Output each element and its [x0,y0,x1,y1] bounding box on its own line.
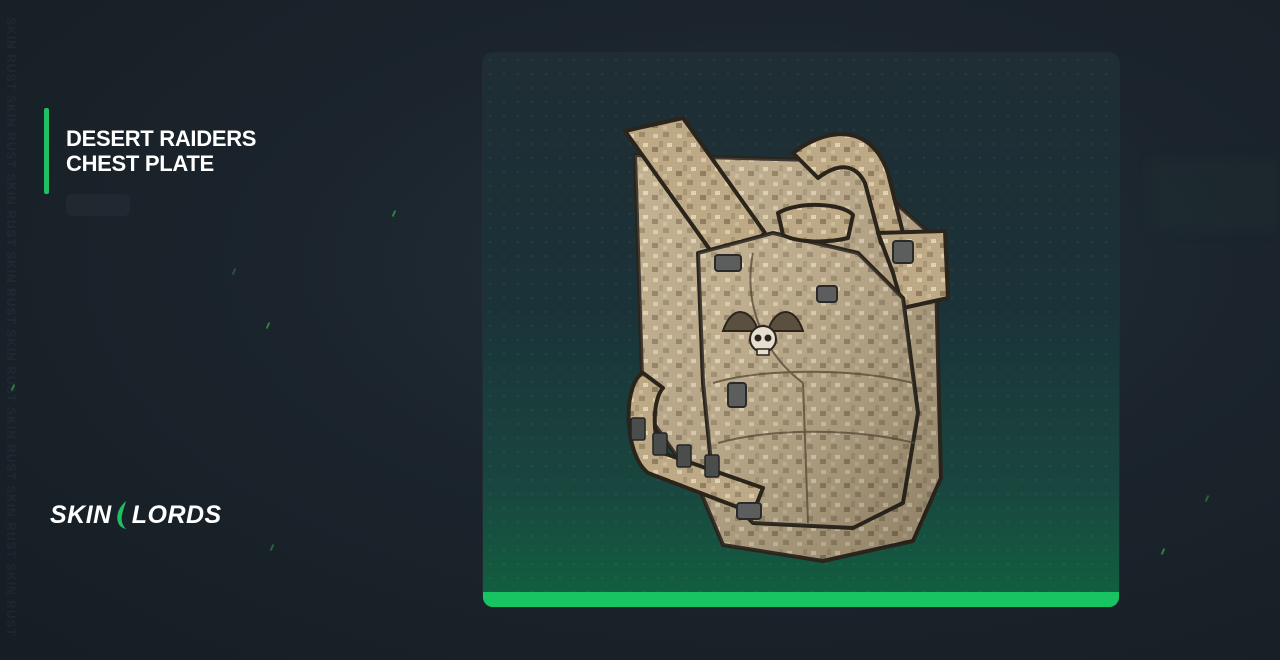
side-watermark: SKIN RUST SKIN RUST SKIN RUST SKIN RUST … [4,0,18,660]
particle [1160,547,1166,556]
brand-logo-right: LORDS [131,500,222,529]
item-card [483,53,1119,607]
particle [1204,494,1210,503]
chest-plate-armor-icon [623,116,950,563]
brand-logo: SKIN LORDS [50,500,222,530]
title-accent-bar [44,108,49,194]
watermark-text: SKIN RUST SKIN RUST SKIN RUST SKIN RUST … [4,17,18,637]
particle [265,321,271,330]
brand-logo-left: SKIN [50,500,112,529]
subtitle-placeholder [66,194,130,216]
item-title-line2: CHEST PLATE [66,151,214,176]
card-accent-bar [483,592,1119,607]
particle [391,209,397,218]
particle [269,543,275,552]
item-title: DESERT RAIDERS CHEST PLATE [66,126,366,176]
background-blur [1150,160,1280,230]
item-title-line1: DESERT RAIDERS [66,126,257,151]
brand-mark-icon [117,501,126,529]
particle [231,267,237,276]
